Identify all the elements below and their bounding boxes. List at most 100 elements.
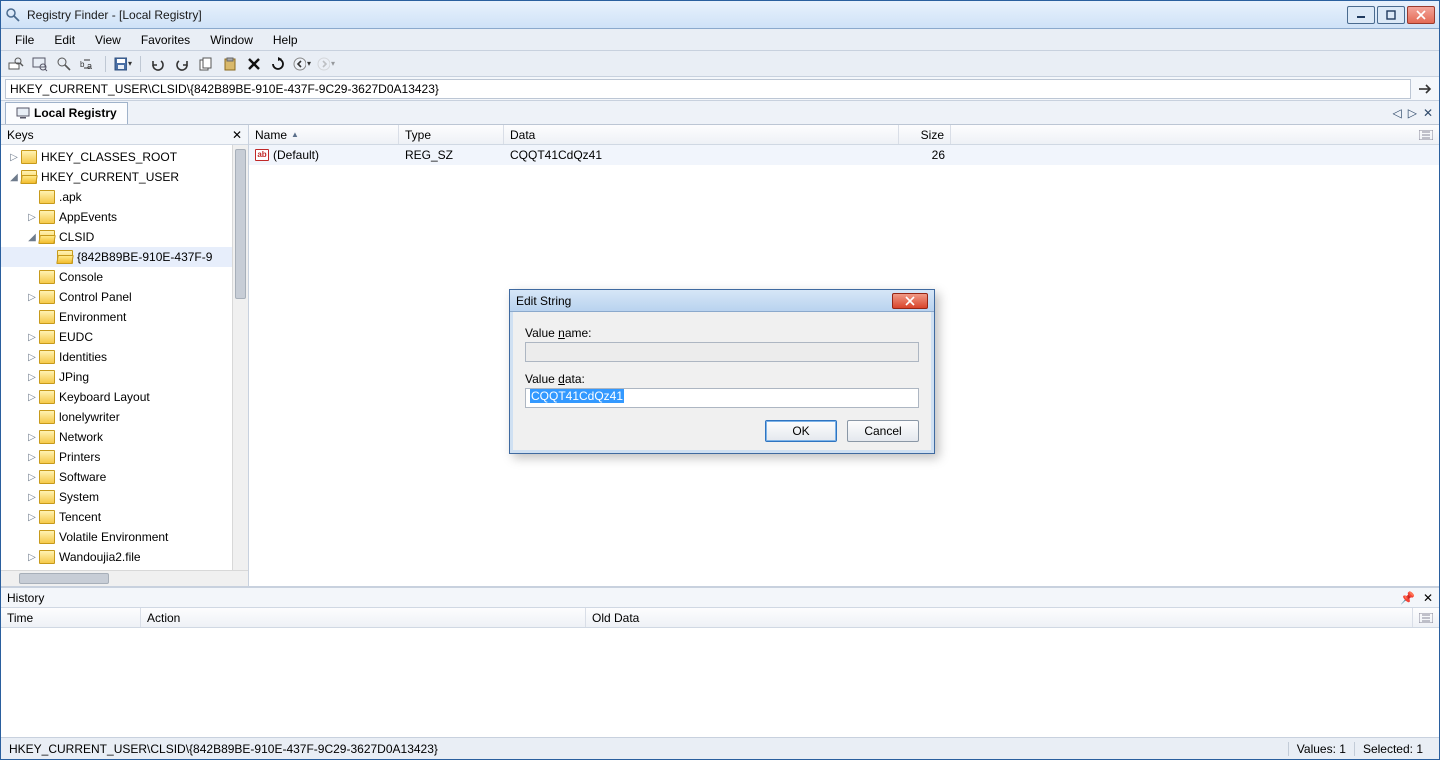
tree-item[interactable]: .apk [1, 187, 232, 207]
tab-prev-icon[interactable]: ◁ [1392, 106, 1401, 120]
expand-icon[interactable]: ▷ [25, 472, 39, 483]
expand-icon[interactable]: ▷ [25, 372, 39, 383]
expand-icon[interactable]: ▷ [25, 452, 39, 463]
computer-icon[interactable] [31, 55, 49, 73]
expand-icon[interactable]: ▷ [25, 352, 39, 363]
menu-favorites[interactable]: Favorites [133, 31, 198, 49]
value-data-input[interactable]: CQQT41CdQz41 [525, 388, 919, 408]
tree-item[interactable]: {842B89BE-910E-437F-9 [1, 247, 232, 267]
cancel-button[interactable]: Cancel [847, 420, 919, 442]
tab-close-icon[interactable]: ✕ [1423, 106, 1433, 120]
expand-icon[interactable]: ▷ [7, 152, 21, 163]
expand-icon[interactable]: ▷ [25, 392, 39, 403]
column-options-icon[interactable] [1413, 608, 1439, 627]
redo-icon[interactable] [173, 55, 191, 73]
column-size[interactable]: Size [899, 125, 951, 144]
column-old-data[interactable]: Old Data [586, 608, 1413, 627]
ok-button[interactable]: OK [765, 420, 837, 442]
tree-item[interactable]: ▷Wandoujia2.file [1, 547, 232, 567]
tree-item[interactable]: ▷Printers [1, 447, 232, 467]
tree-item[interactable]: Environment [1, 307, 232, 327]
menubar: File Edit View Favorites Window Help [1, 29, 1439, 51]
menu-file[interactable]: File [7, 31, 42, 49]
tree-item[interactable]: ▷Tencent [1, 507, 232, 527]
registry-tree[interactable]: ▷HKEY_CLASSES_ROOT ◢ HKEY_CURRENT_USER .apk… [1, 145, 232, 570]
tree-item[interactable]: ◢CLSID [1, 227, 232, 247]
dialog-close-button[interactable] [892, 293, 928, 309]
folder-icon [39, 490, 55, 504]
dialog-titlebar[interactable]: Edit String [510, 290, 934, 312]
tree-item[interactable]: ▷Network [1, 427, 232, 447]
replace-icon[interactable]: ba [79, 55, 97, 73]
tree-item-label: HKEY_CURRENT_USER [41, 170, 179, 184]
history-pane-title: History 📌 ✕ [1, 588, 1439, 608]
minimize-button[interactable] [1347, 6, 1375, 24]
paste-icon[interactable] [221, 55, 239, 73]
tree-item[interactable]: ▷JPing [1, 367, 232, 387]
go-button[interactable] [1415, 79, 1435, 99]
column-options-icon[interactable] [1413, 125, 1439, 144]
expand-icon[interactable]: ▷ [25, 292, 39, 303]
horizontal-scrollbar[interactable] [1, 570, 248, 586]
expand-icon[interactable]: ◢ [7, 172, 21, 183]
table-row[interactable]: ab(Default) REG_SZ CQQT41CdQz41 26 [249, 145, 1439, 165]
folder-icon [39, 290, 55, 304]
titlebar[interactable]: Registry Finder - [Local Registry] [1, 1, 1439, 29]
column-type[interactable]: Type [399, 125, 504, 144]
expand-icon[interactable]: ▷ [25, 332, 39, 343]
forward-icon[interactable]: ▾ [317, 55, 335, 73]
value-name-input[interactable] [525, 342, 919, 362]
refresh-icon[interactable] [269, 55, 287, 73]
menu-help[interactable]: Help [265, 31, 306, 49]
find-icon[interactable] [7, 55, 25, 73]
tree-item[interactable]: ▷HKEY_CLASSES_ROOT [1, 147, 232, 167]
tree-item[interactable]: ▷Keyboard Layout [1, 387, 232, 407]
expand-icon[interactable]: ▷ [25, 212, 39, 223]
history-grid-body[interactable] [1, 628, 1439, 737]
column-name[interactable]: Name▲ [249, 125, 399, 144]
expand-icon[interactable]: ▷ [25, 432, 39, 443]
tree-item[interactable]: ▷AppEvents [1, 207, 232, 227]
tree-item[interactable]: ▷Identities [1, 347, 232, 367]
delete-icon[interactable] [245, 55, 263, 73]
toolbar: ba ▾ ▾ ▾ [1, 51, 1439, 77]
close-icon[interactable]: ✕ [1423, 591, 1433, 605]
folder-icon [39, 450, 55, 464]
tree-item[interactable]: ▷Control Panel [1, 287, 232, 307]
tab-local-registry[interactable]: Local Registry [5, 102, 128, 124]
tree-item[interactable]: lonelywriter [1, 407, 232, 427]
tree-item[interactable]: ▷System [1, 487, 232, 507]
expand-icon[interactable]: ◢ [25, 232, 39, 243]
tree-item[interactable]: ◢ HKEY_CURRENT_USER [1, 167, 232, 187]
status-values: Values: 1 [1288, 742, 1354, 756]
history-grid-header: Time Action Old Data [1, 608, 1439, 628]
address-input[interactable] [5, 79, 1411, 99]
expand-icon[interactable]: ▷ [25, 492, 39, 503]
close-icon[interactable]: ✕ [232, 128, 242, 142]
save-icon[interactable]: ▾ [114, 55, 132, 73]
column-action[interactable]: Action [141, 608, 586, 627]
back-icon[interactable]: ▾ [293, 55, 311, 73]
maximize-button[interactable] [1377, 6, 1405, 24]
tree-item[interactable]: ▷EUDC [1, 327, 232, 347]
expand-icon[interactable]: ▷ [25, 512, 39, 523]
menu-edit[interactable]: Edit [46, 31, 83, 49]
tab-next-icon[interactable]: ▷ [1408, 106, 1417, 120]
vertical-scrollbar[interactable] [232, 145, 248, 570]
undo-icon[interactable] [149, 55, 167, 73]
close-button[interactable] [1407, 6, 1435, 24]
dialog-title: Edit String [516, 294, 892, 308]
tree-item[interactable]: Console [1, 267, 232, 287]
column-time[interactable]: Time [1, 608, 141, 627]
tree-item-label: {842B89BE-910E-437F-9 [77, 250, 212, 264]
zoom-icon[interactable] [55, 55, 73, 73]
pin-icon[interactable]: 📌 [1400, 591, 1415, 605]
column-data[interactable]: Data [504, 125, 899, 144]
menu-window[interactable]: Window [202, 31, 261, 49]
expand-icon[interactable]: ▷ [25, 552, 39, 563]
copy-icon[interactable] [197, 55, 215, 73]
tree-item[interactable]: ▷Software [1, 467, 232, 487]
tree-item[interactable]: Volatile Environment [1, 527, 232, 547]
menu-view[interactable]: View [87, 31, 129, 49]
app-icon [5, 7, 21, 23]
